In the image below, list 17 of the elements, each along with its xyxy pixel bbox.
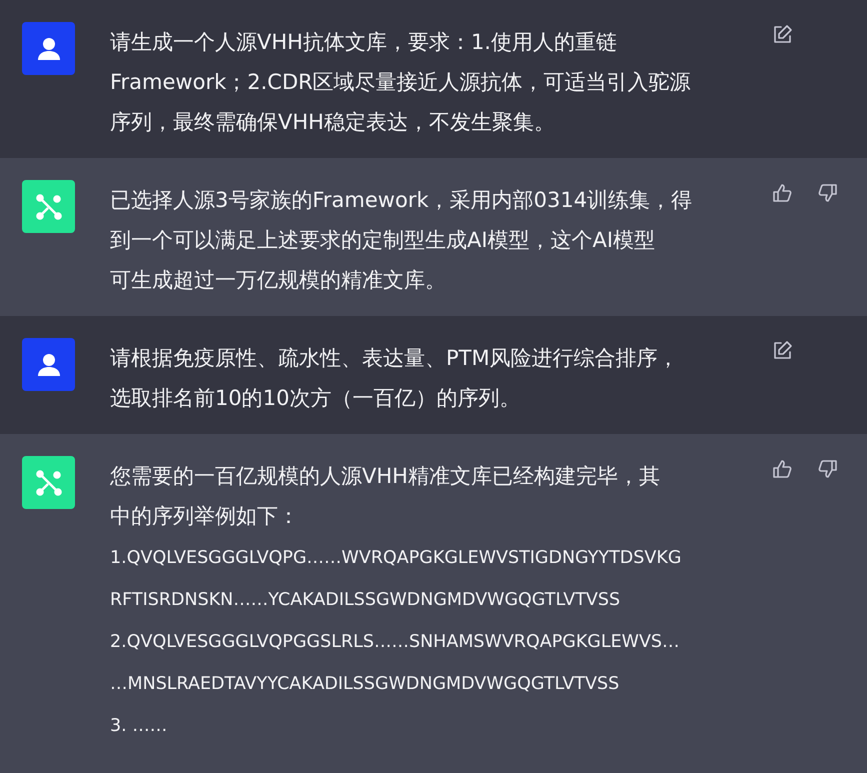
sequence-text: 3. …… [110,715,168,738]
sequence-text: 1.QVQLVESGGGLVQPG……WVRQAPGKGLEWVSTIGDNGYYTDSVKG [110,547,682,570]
network-icon [34,192,64,222]
thumbs-down-icon[interactable] [817,458,839,480]
edit-icon[interactable] [771,340,793,362]
sequence-text: RFTISRDNSKN……YCAKADILSSGWDNGMDVWGQGTLVTVSS [110,589,622,612]
message-text: 请根据免疫原性、疏水性、表达量、PTM风险进行综合排序， 选取排名前10的10次方（一百亿）的序列。 [110,345,680,412]
message-text: 已选择人源3号家族的Framework，采用内部0314训练集，得 到一个可以满足上述要求的定制型生成AI模型，这个AI模型 可生成超过一万亿规模的精准文库。 [110,187,694,294]
thumbs-up-icon[interactable] [771,458,793,480]
message-text: 请生成一个人源VHH抗体文库，要求：1.使用人的重链 Framework；2.CDR区域尽量接近人源抗体，可适当引入驼源 序列，最终需确保VHH稳定表达，不发生聚集。 [110,29,692,136]
edit-icon[interactable] [771,24,793,46]
thumbs-up-icon[interactable] [771,182,793,204]
network-icon [34,468,64,498]
thumbs-down-icon[interactable] [817,182,839,204]
sequence-text: …MNSLRAEDTAVYYCAKADILSSGWDNGMDVWGQGTLVTVSS [110,673,620,696]
message-text: 您需要的一百亿规模的人源VHH精准文库已经构建完毕，其 中的序列举例如下： [110,463,661,530]
sequence-text: 2.QVQLVESGGGLVQPGGSLRLS……SNHAMSWVRQAPGKGLEWVS… [110,631,681,654]
